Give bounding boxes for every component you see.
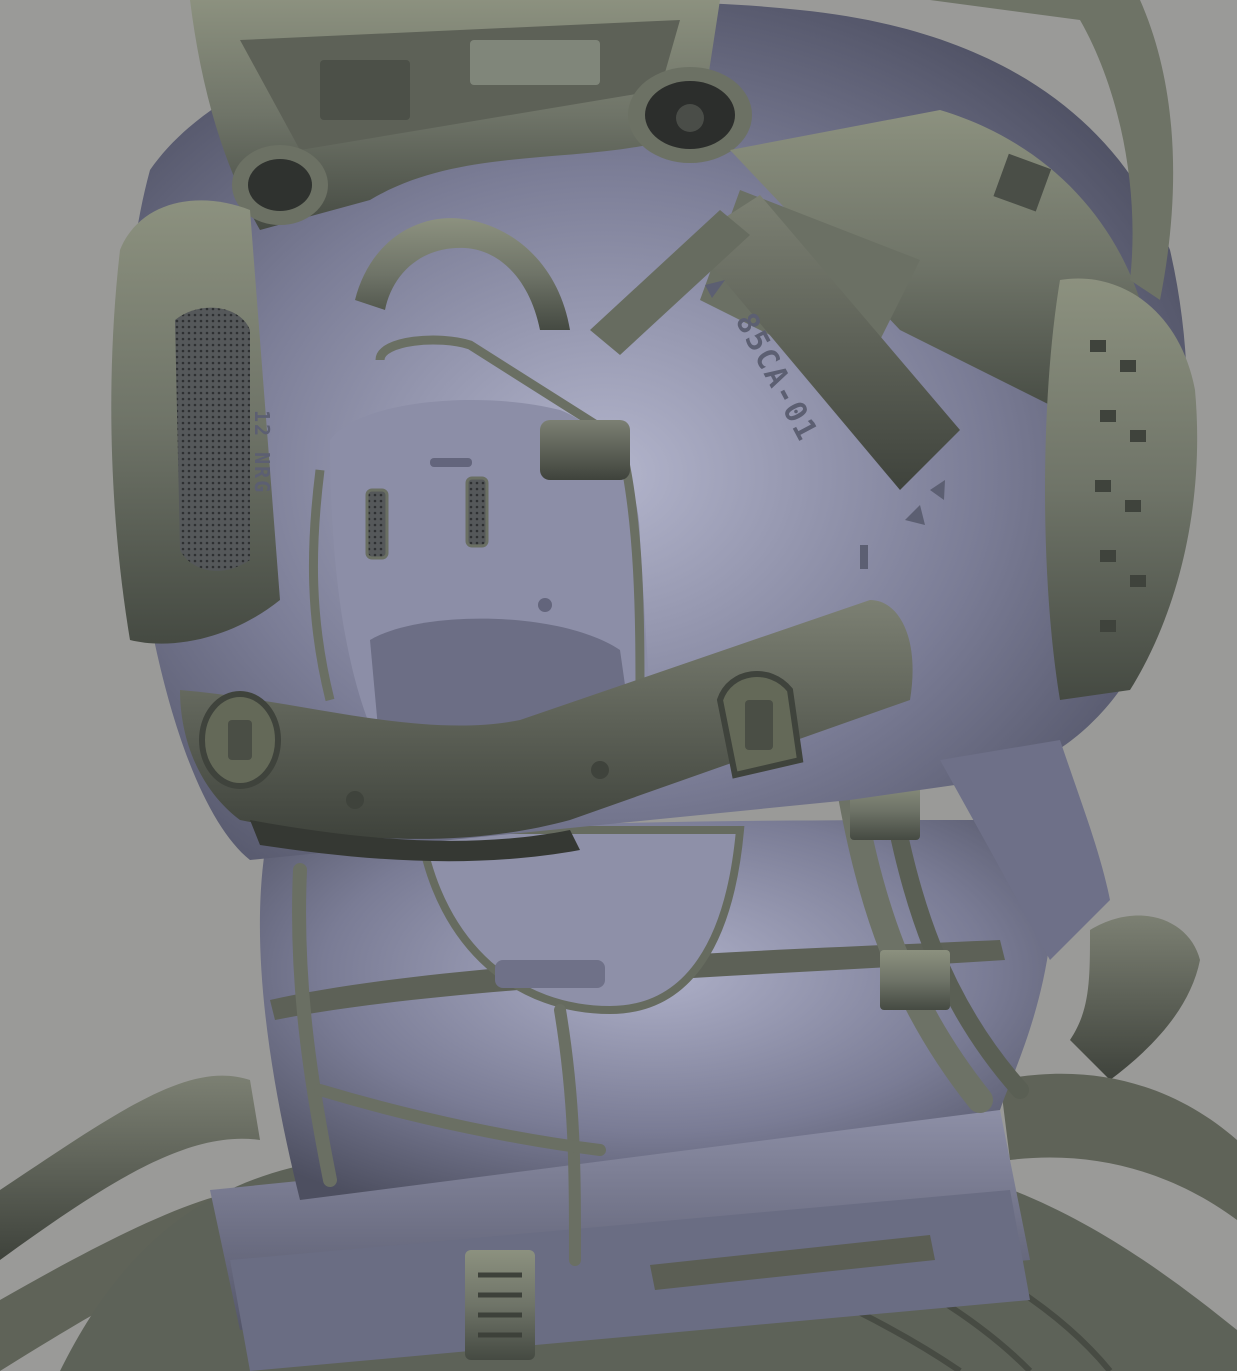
side-code-decal: 12 NRG	[250, 410, 274, 494]
mask-vent-left	[365, 488, 389, 560]
collar-buckle	[465, 1250, 535, 1360]
mic-clip	[540, 420, 630, 480]
chin-plate	[495, 960, 605, 988]
helmet-render: 85CA-01 12 NRG	[0, 0, 1237, 1371]
crown-intake-port	[628, 67, 752, 163]
mask-vent-right	[465, 476, 489, 548]
render-viewport: 85CA-01 12 NRG	[0, 0, 1237, 1371]
neck-clamp-lower	[880, 950, 950, 1010]
